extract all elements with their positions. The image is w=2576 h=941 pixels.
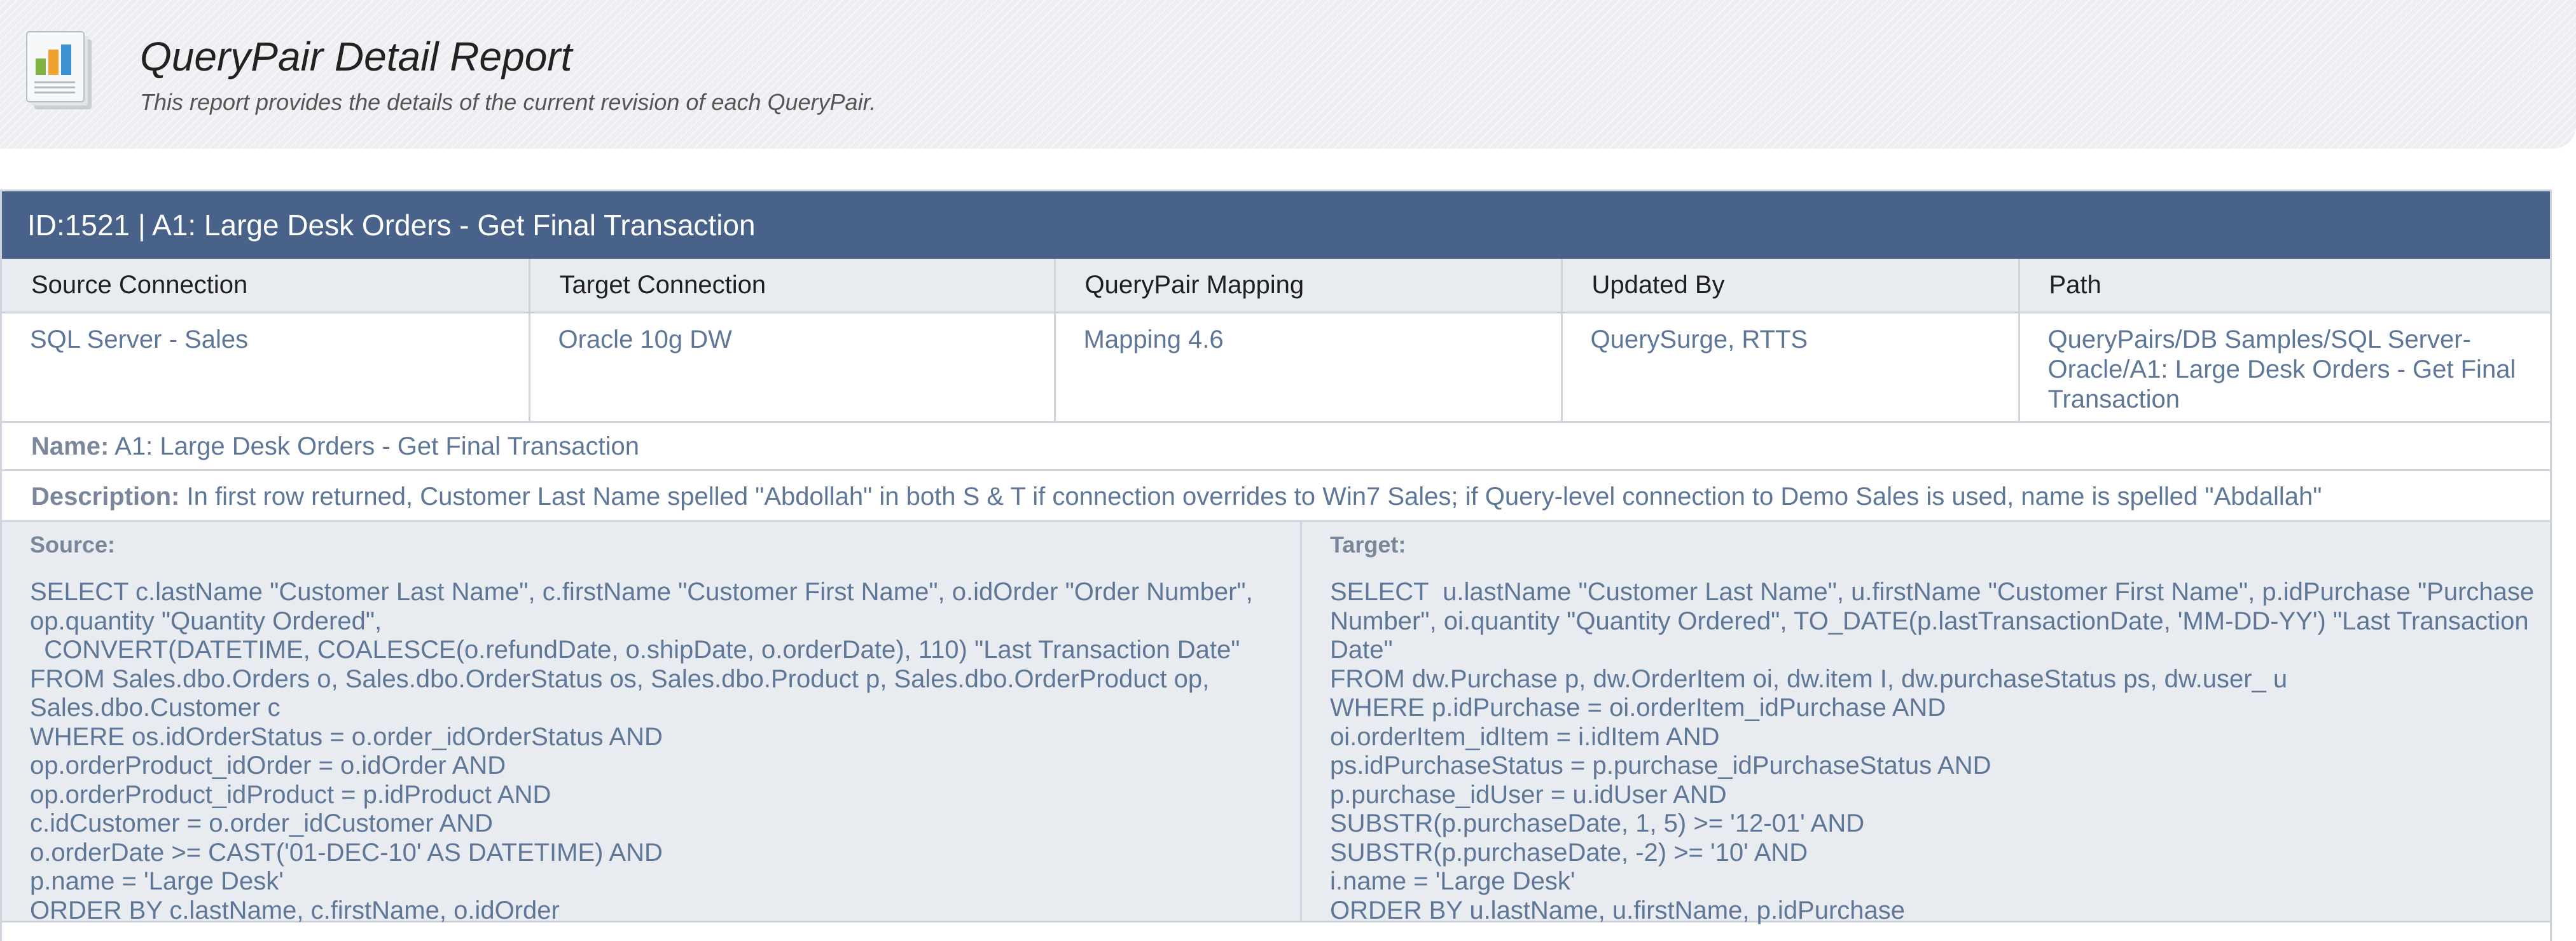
querypair-fields-table: Source Connection Target Connection Quer…: [2, 259, 2550, 423]
target-sql-panel: Target: SELECT u.lastName "Customer Last…: [1302, 522, 2550, 924]
bar-chart-report-icon: [26, 31, 92, 109]
value-target-connection: Oracle 10g DW: [528, 311, 1056, 423]
querypair-header: ID:1521 | A1: Large Desk Orders - Get Fi…: [2, 191, 2550, 259]
source-sql-panel: Source: SELECT c.lastName "Customer Last…: [2, 522, 1302, 924]
name-row: Name: A1: Large Desk Orders - Get Final …: [2, 422, 2550, 471]
querypair-block: ID:1521 | A1: Large Desk Orders - Get Fi…: [0, 189, 2552, 941]
report-title: QueryPair Detail Report: [140, 34, 572, 79]
value-path: QueryPairs/DB Samples/SQL Server-Oracle/…: [2018, 311, 2550, 423]
value-source-connection: SQL Server - Sales: [2, 311, 530, 423]
target-sql: SELECT u.lastName "Customer Last Name", …: [1330, 578, 2535, 924]
source-label: Source:: [30, 532, 116, 558]
source-sql: SELECT c.lastName "Customer Last Name", …: [30, 578, 1253, 924]
header-updated-by: Updated By: [1560, 259, 2020, 313]
header-source-connection: Source Connection: [2, 259, 530, 313]
description-value: In first row returned, Customer Last Nam…: [186, 483, 2322, 511]
name-value: A1: Large Desk Orders - Get Final Transa…: [114, 432, 639, 460]
header-target-connection: Target Connection: [528, 259, 1056, 313]
value-querypair-mapping: Mapping 4.6: [1053, 311, 1563, 423]
sql-row: Source: SELECT c.lastName "Customer Last…: [2, 522, 2550, 924]
description-row: Description: In first row returned, Cust…: [2, 471, 2550, 522]
header-path: Path: [2018, 259, 2550, 313]
name-label: Name:: [31, 432, 109, 460]
target-label: Target:: [1330, 532, 1406, 558]
fields-header-row: Source Connection Target Connection Quer…: [2, 259, 2550, 313]
report-subtitle: This report provides the details of the …: [140, 89, 876, 115]
report-header: QueryPair Detail Report This report prov…: [0, 0, 2576, 149]
description-label: Description:: [31, 483, 180, 511]
header-querypair-mapping: QueryPair Mapping: [1053, 259, 1563, 313]
value-updated-by: QuerySurge, RTTS: [1560, 311, 2020, 423]
fields-value-row: SQL Server - Sales Oracle 10g DW Mapping…: [2, 311, 2550, 423]
